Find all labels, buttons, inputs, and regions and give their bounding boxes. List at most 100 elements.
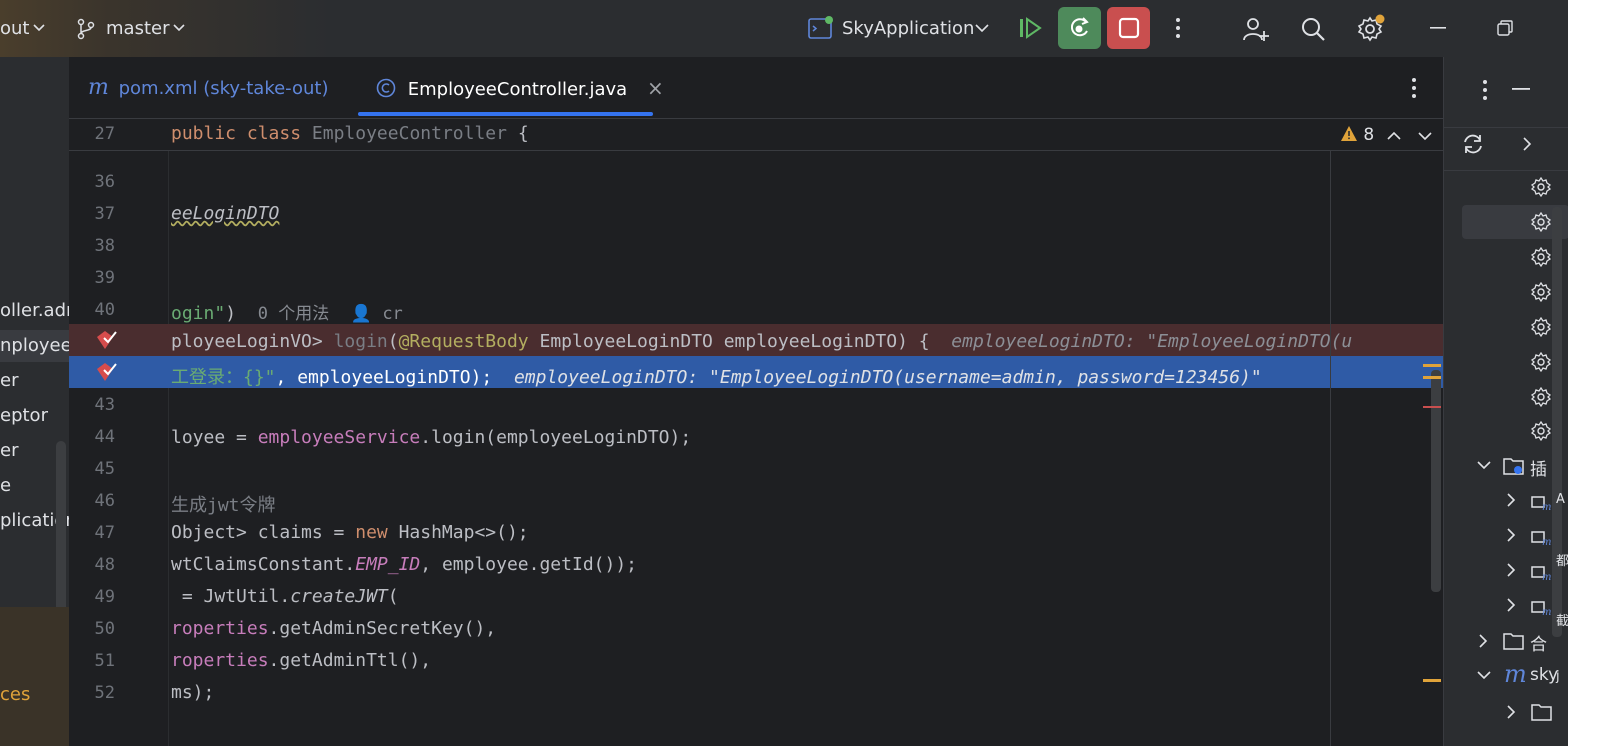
tree-node-label[interactable]: 插	[1530, 455, 1547, 480]
editor-tab-bar: m pom.xml (sky-take-out) EmployeeControl…	[69, 57, 1443, 119]
project-tree-item[interactable]: er	[0, 365, 18, 397]
svg-text:m: m	[1542, 537, 1551, 546]
desktop-background	[1568, 0, 1622, 746]
service-gear-icon[interactable]	[1531, 212, 1551, 232]
code-line: wtClaimsConstant.EMP_ID, employee.getId(…	[171, 554, 638, 575]
title-bar: out master SkyApplication	[0, 0, 1568, 57]
settings-gear-icon[interactable]	[1356, 13, 1386, 43]
service-gear-icon[interactable]	[1531, 317, 1551, 337]
search-icon[interactable]	[1300, 16, 1326, 42]
warning-icon	[1341, 126, 1357, 141]
warning-marker[interactable]	[1423, 376, 1441, 379]
user-icon: 👤	[350, 304, 373, 324]
more-vertical-icon[interactable]	[1175, 17, 1181, 39]
rerun-icon[interactable]	[1018, 17, 1042, 39]
tab-pom-xml[interactable]: m pom.xml (sky-take-out)	[88, 57, 329, 119]
folder-icon	[1531, 704, 1552, 721]
run-config-selector[interactable]: SkyApplication	[842, 18, 974, 39]
maven-plugin-icon: m	[1531, 566, 1551, 581]
folder-icon	[1503, 458, 1524, 475]
chevron-down-icon[interactable]	[975, 22, 989, 34]
svg-text:m: m	[1542, 572, 1551, 581]
debug-bug-icon	[1070, 17, 1089, 37]
warning-marker[interactable]	[1423, 364, 1441, 367]
breakpoint-verified-icon[interactable]	[94, 329, 118, 351]
editor-scrollbar[interactable]	[1431, 370, 1441, 592]
folder-icon	[1503, 633, 1524, 650]
chevron-right-icon[interactable]	[1506, 528, 1516, 542]
tree-node-label[interactable]: 合	[1530, 630, 1547, 655]
add-user-icon[interactable]	[1242, 15, 1270, 43]
line-number: 27	[94, 124, 115, 144]
project-name[interactable]: out	[0, 18, 29, 39]
line-number: 39	[94, 268, 115, 288]
line-number: 50	[94, 619, 115, 639]
more-vertical-icon[interactable]	[1411, 77, 1417, 99]
external-libraries-label[interactable]: ces	[0, 679, 30, 711]
project-tree-item[interactable]: er	[0, 435, 18, 467]
line-number: 37	[94, 204, 115, 224]
line-number: 52	[94, 683, 115, 703]
chevron-right-icon[interactable]	[1522, 137, 1532, 151]
service-gear-icon[interactable]	[1531, 247, 1551, 267]
line-number: 45	[94, 459, 115, 479]
usages-hint[interactable]: 0 个用法	[258, 304, 329, 324]
line-number: 43	[94, 395, 115, 415]
line-number: 46	[94, 491, 115, 511]
tree-node-label[interactable]: sky	[1530, 665, 1558, 685]
line-number: 47	[94, 523, 115, 543]
edge-text: 都	[1556, 554, 1568, 569]
line-number: 44	[94, 427, 115, 447]
debug-inline-value: employeeLoginDTO: "EmployeeLoginDTO(u	[951, 331, 1353, 352]
chevron-up-icon[interactable]	[1387, 131, 1401, 141]
sticky-code-line: public class EmployeeController {	[171, 123, 529, 144]
debug-restart-button[interactable]	[1058, 7, 1101, 49]
maven-plugin-icon: m	[1531, 531, 1551, 546]
breakpoint-marker[interactable]	[1423, 406, 1441, 408]
author-hint[interactable]: 👤 cr	[351, 304, 403, 324]
branch-icon	[77, 18, 95, 40]
warnings-indicator[interactable]: 8	[1340, 125, 1374, 145]
chevron-down-icon[interactable]	[33, 22, 45, 34]
class-c-icon	[376, 78, 396, 98]
service-gear-icon[interactable]	[1531, 177, 1551, 197]
divider	[1444, 170, 1568, 171]
project-tree-item[interactable]: eptor	[0, 400, 48, 432]
divider	[1444, 127, 1568, 128]
chevron-down-icon[interactable]	[173, 22, 185, 34]
active-tab-indicator	[358, 112, 653, 116]
chevron-right-icon[interactable]	[1506, 598, 1516, 612]
breakpoint-verified-icon[interactable]	[94, 361, 118, 383]
more-vertical-icon[interactable]	[1482, 79, 1488, 101]
branch-selector[interactable]: master	[106, 18, 169, 39]
stop-button[interactable]	[1107, 7, 1150, 49]
line-number: 49	[94, 587, 115, 607]
service-gear-icon[interactable]	[1531, 387, 1551, 407]
service-gear-icon[interactable]	[1531, 421, 1551, 441]
warning-marker[interactable]	[1423, 679, 1441, 682]
chevron-right-icon[interactable]	[1506, 563, 1516, 577]
code-line-execution-point: 工登录：{}", employeeLoginDTO); employeeLogi…	[171, 367, 1262, 388]
restore-window-icon[interactable]	[1497, 20, 1513, 36]
chevron-right-icon[interactable]	[1506, 493, 1516, 507]
edge-text: j	[1556, 669, 1560, 684]
chevron-down-icon[interactable]	[1477, 670, 1491, 680]
code-line: Object> claims = new HashMap<>();	[171, 522, 529, 543]
minimize-icon[interactable]	[1430, 27, 1446, 30]
project-tree-item[interactable]: e	[0, 470, 11, 502]
refresh-icon[interactable]	[1461, 133, 1485, 155]
hide-panel-icon[interactable]	[1512, 88, 1530, 91]
tab-employee-controller[interactable]: EmployeeController.java ×	[376, 57, 664, 119]
debug-inline-value: employeeLoginDTO: "EmployeeLoginDTO(user…	[513, 367, 1262, 388]
svg-text:m: m	[1542, 607, 1551, 616]
close-tab-icon[interactable]: ×	[647, 76, 664, 100]
chevron-right-icon[interactable]	[1506, 705, 1516, 719]
services-scrollbar[interactable]	[1552, 207, 1562, 637]
chevron-down-icon[interactable]	[1418, 131, 1432, 141]
project-tree-item-selected[interactable]: nployeeC	[0, 330, 69, 362]
service-gear-icon[interactable]	[1531, 352, 1551, 372]
chevron-down-icon[interactable]	[1477, 460, 1491, 470]
service-gear-icon[interactable]	[1531, 282, 1551, 302]
project-tree-item[interactable]: oller.adm	[0, 295, 69, 327]
chevron-right-icon[interactable]	[1478, 634, 1488, 648]
